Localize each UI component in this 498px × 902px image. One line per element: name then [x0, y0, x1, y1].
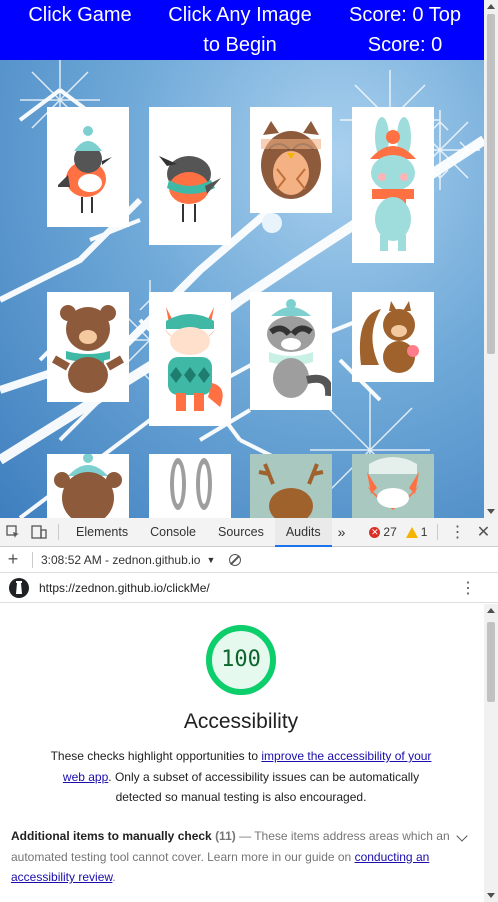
- report-url: https://zednon.github.io/clickMe/: [39, 580, 210, 595]
- bunny-card[interactable]: [352, 107, 434, 263]
- tab-console[interactable]: Console: [139, 518, 207, 547]
- report-menu-icon[interactable]: ⋮: [460, 578, 476, 598]
- robin-bird-card[interactable]: [47, 107, 129, 227]
- manual-checks-count: (11): [215, 829, 236, 843]
- game-viewport: Click Game Click Any Image to Begin Scor…: [0, 0, 484, 518]
- report-scroll-down-icon[interactable]: [487, 893, 495, 898]
- category-description: These checks highlight opportunities to …: [40, 746, 442, 808]
- report-url-bar: https://zednon.github.io/clickMe/ ⋮: [0, 573, 498, 603]
- description-text: These checks highlight opportunities to: [50, 749, 262, 763]
- warning-icon: [405, 526, 418, 538]
- squirrel-icon: [359, 301, 419, 373]
- scroll-up-icon[interactable]: [487, 4, 495, 9]
- manual-dash: —: [235, 829, 255, 843]
- robin-bird-scarf-icon: [159, 156, 221, 222]
- score-display: Score: 0 Top Score: 0: [349, 4, 461, 56]
- game-header: Click Game Click Any Image to Begin Scor…: [0, 0, 484, 60]
- report-scrollbar[interactable]: [484, 604, 498, 902]
- clear-icon[interactable]: [229, 553, 242, 566]
- lighthouse-icon: [9, 577, 29, 598]
- kebab-icon[interactable]: ⋮: [444, 518, 470, 546]
- manual-checks-title: Additional items to manually check: [11, 829, 212, 843]
- bear-card[interactable]: [47, 292, 129, 402]
- page-scrollbar[interactable]: [484, 0, 498, 518]
- reindeer-icon: [258, 463, 324, 518]
- tab-elements[interactable]: Elements: [65, 518, 139, 547]
- bear-icon: [52, 305, 124, 393]
- tab-audits[interactable]: Audits: [274, 517, 332, 547]
- toolbar-divider: [58, 524, 59, 540]
- reindeer-card[interactable]: [250, 454, 332, 518]
- dropdown-icon[interactable]: ▼: [206, 555, 215, 565]
- close-icon[interactable]: ✕: [470, 518, 496, 546]
- audit-report: 100 Accessibility These checks highlight…: [0, 604, 484, 902]
- owl-card[interactable]: [250, 107, 332, 213]
- plus-icon[interactable]: +: [0, 546, 26, 574]
- report-scroll-up-icon[interactable]: [487, 608, 495, 613]
- page-scroll-thumb[interactable]: [487, 14, 495, 354]
- error-icon: ✕: [369, 526, 381, 538]
- warning-count: 1: [420, 525, 428, 539]
- owl-icon: [261, 121, 321, 199]
- report-scroll-thumb[interactable]: [487, 622, 495, 702]
- robin-bird-2-card[interactable]: [149, 107, 231, 245]
- manual-end: .: [112, 870, 116, 884]
- devtools-panel: Elements Console Sources Audits » ✕ 27 1…: [0, 517, 498, 902]
- scroll-down-icon[interactable]: [487, 509, 495, 514]
- audit-run-select[interactable]: 3:08:52 AM - zednon.github.io: [41, 553, 200, 567]
- fox-icon: [164, 307, 223, 411]
- squirrel-card[interactable]: [352, 292, 434, 382]
- toolbar-divider-2: [437, 524, 439, 540]
- more-tabs-icon[interactable]: »: [332, 518, 352, 547]
- bear-with-hat-icon: [54, 454, 122, 518]
- rabbit-card[interactable]: [149, 454, 231, 518]
- category-title: Accessibility: [183, 710, 299, 733]
- audits-toolbar: + 3:08:52 AM - zednon.github.io ▼: [0, 547, 498, 573]
- fox-face-icon: [367, 457, 419, 510]
- error-count: 27: [383, 525, 397, 539]
- raccoon-card[interactable]: [250, 292, 332, 410]
- fox-2-card[interactable]: [352, 454, 434, 518]
- bunny-icon: [370, 117, 416, 251]
- raccoon-icon: [267, 299, 331, 398]
- error-warning-counter[interactable]: ✕ 27 1: [369, 525, 427, 539]
- robin-bird-icon: [58, 126, 112, 213]
- toolbar-divider-3: [32, 551, 33, 568]
- grey-rabbit-icon: [170, 458, 212, 510]
- game-instructions: Click Any Image to Begin: [168, 4, 312, 56]
- tab-sources[interactable]: Sources: [207, 518, 275, 547]
- inspect-icon[interactable]: [0, 518, 26, 546]
- manual-checks-group[interactable]: Additional items to manually check (11) …: [11, 826, 469, 888]
- game-title: Click Game: [28, 4, 132, 26]
- device-toggle-icon[interactable]: [26, 518, 52, 546]
- description-text-end: . Only a subset of accessibility issues …: [108, 769, 420, 805]
- bear-2-card[interactable]: [47, 454, 129, 518]
- devtools-tabbar: Elements Console Sources Audits » ✕ 27 1…: [0, 517, 498, 547]
- fox-card[interactable]: [149, 292, 231, 426]
- score-value: 100: [221, 647, 261, 672]
